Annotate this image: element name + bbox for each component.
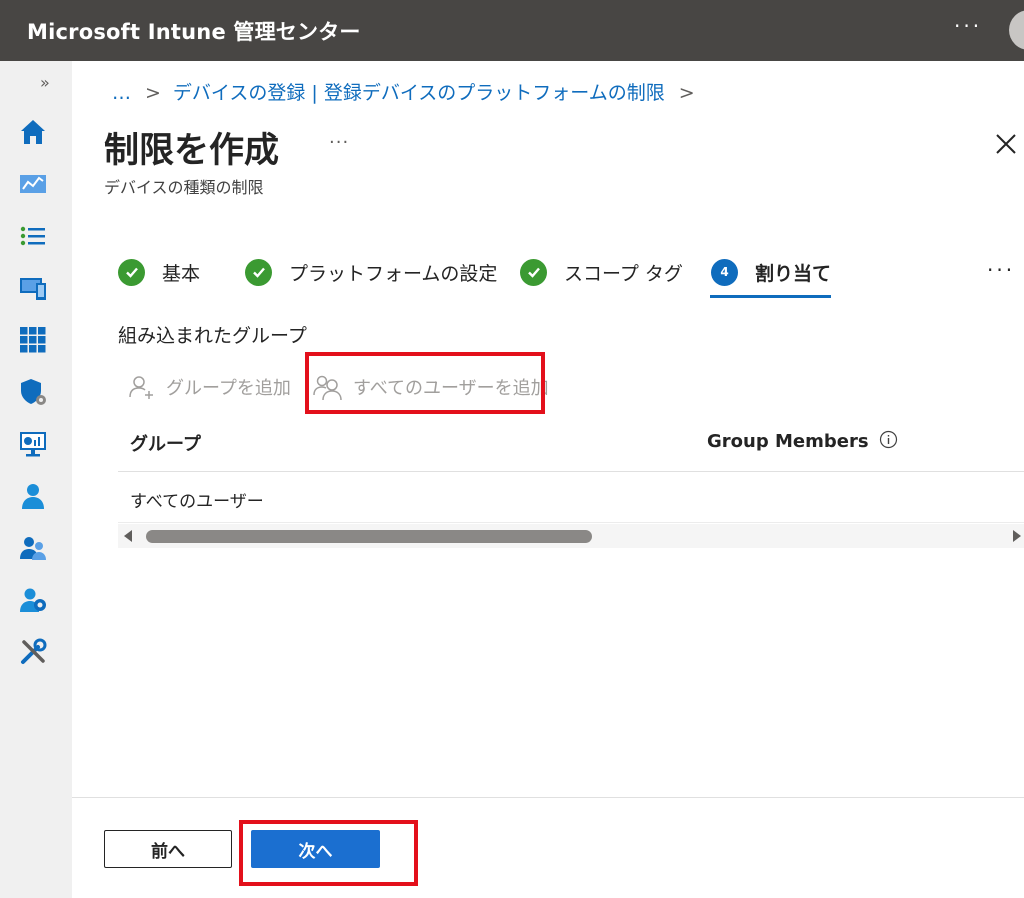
scrollbar-thumb[interactable] bbox=[146, 530, 592, 543]
highlight-box bbox=[239, 820, 418, 886]
page-subtitle: デバイスの種類の制限 bbox=[104, 178, 264, 197]
table-row[interactable]: すべてのユーザー bbox=[130, 487, 264, 512]
previous-button[interactable]: 前へ bbox=[104, 830, 232, 868]
scroll-left-icon[interactable] bbox=[124, 530, 132, 542]
left-nav: » bbox=[0, 61, 72, 898]
avatar[interactable] bbox=[1009, 10, 1024, 50]
add-groups-label: グループを追加 bbox=[166, 378, 291, 399]
step-label: 基本 bbox=[162, 262, 201, 285]
check-circle-icon bbox=[520, 258, 547, 286]
top-more-icon[interactable]: ··· bbox=[954, 14, 982, 38]
reports-icon[interactable] bbox=[18, 429, 48, 459]
check-circle-icon bbox=[245, 258, 272, 286]
add-person-icon bbox=[129, 376, 153, 399]
all-services-icon[interactable] bbox=[18, 221, 48, 251]
home-icon[interactable] bbox=[18, 117, 48, 147]
column-header-group-members[interactable]: Group Members bbox=[707, 430, 898, 452]
breadcrumb-ellipsis[interactable]: … bbox=[112, 82, 131, 104]
step-platform-settings[interactable]: プラットフォームの設定 bbox=[245, 256, 497, 288]
column-header-label: Group Members bbox=[707, 431, 869, 452]
endpoint-security-icon[interactable] bbox=[18, 377, 48, 407]
users-icon[interactable] bbox=[18, 481, 48, 511]
dashboard-icon[interactable] bbox=[18, 169, 48, 199]
info-icon[interactable] bbox=[879, 430, 898, 449]
step-label: 割り当て bbox=[755, 262, 832, 285]
column-header-group[interactable]: グループ bbox=[130, 430, 201, 456]
groups-icon[interactable] bbox=[18, 533, 48, 563]
check-circle-icon bbox=[118, 258, 145, 286]
step-assignments[interactable]: 4 割り当て bbox=[711, 256, 831, 288]
active-step-indicator bbox=[710, 295, 831, 298]
close-icon[interactable] bbox=[990, 128, 1022, 160]
footer-divider bbox=[72, 797, 1024, 798]
page-title: 制限を作成 bbox=[104, 131, 280, 171]
app-title[interactable]: Microsoft Intune 管理センター bbox=[27, 16, 361, 46]
table-header-divider bbox=[118, 471, 1024, 472]
apps-icon[interactable] bbox=[18, 325, 48, 355]
add-groups-button[interactable]: グループを追加 bbox=[128, 368, 291, 406]
tenant-admin-icon[interactable] bbox=[18, 585, 48, 615]
highlight-box bbox=[305, 352, 545, 414]
step-label: スコープ タグ bbox=[564, 262, 683, 285]
breadcrumb-separator: > bbox=[678, 82, 695, 104]
horizontal-scrollbar[interactable] bbox=[118, 524, 1024, 548]
step-number-badge: 4 bbox=[711, 258, 738, 286]
expand-nav-icon[interactable]: » bbox=[40, 73, 50, 92]
devices-icon[interactable] bbox=[18, 273, 48, 303]
troubleshooting-icon[interactable] bbox=[18, 637, 48, 667]
breadcrumb-separator: > bbox=[145, 82, 161, 104]
top-bar: Microsoft Intune 管理センター ··· bbox=[0, 0, 1024, 61]
step-scope-tags[interactable]: スコープ タグ bbox=[520, 256, 683, 288]
breadcrumb: … > デバイスの登録 | 登録デバイスのプラットフォームの制限 > bbox=[112, 78, 707, 105]
group-cell: すべてのユーザー bbox=[130, 492, 264, 512]
scroll-right-icon[interactable] bbox=[1013, 530, 1021, 542]
row-divider bbox=[118, 522, 1024, 523]
step-basics[interactable]: 基本 bbox=[118, 256, 200, 288]
breadcrumb-link[interactable]: デバイスの登録 | 登録デバイスのプラットフォームの制限 bbox=[173, 82, 665, 104]
steps-more-icon[interactable]: ··· bbox=[987, 258, 1015, 282]
title-more-icon[interactable]: ··· bbox=[329, 132, 349, 153]
included-groups-label: 組み込まれたグループ bbox=[118, 325, 307, 347]
step-label: プラットフォームの設定 bbox=[289, 262, 498, 285]
